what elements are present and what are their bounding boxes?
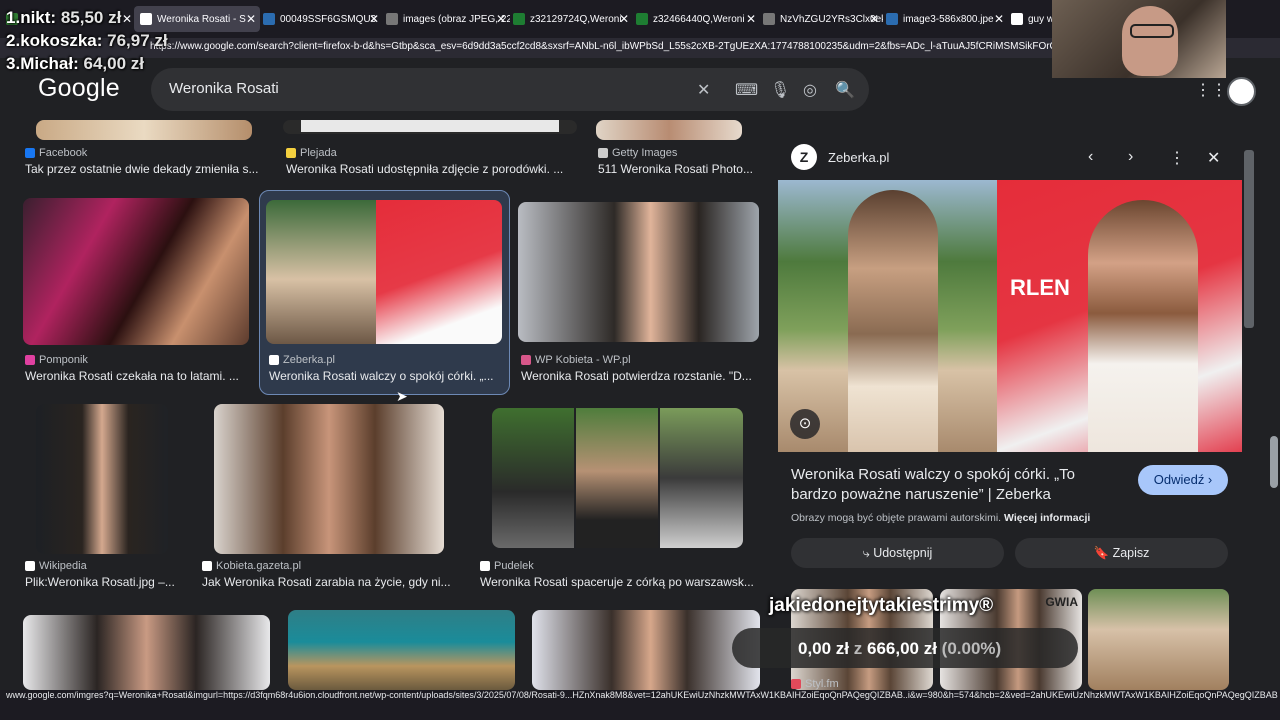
tab-close-icon[interactable]: ✕	[496, 12, 506, 26]
result-source: Kobieta.gazeta.pl	[202, 560, 301, 572]
close-icon[interactable]: ✕	[1207, 148, 1220, 168]
result-image[interactable]	[23, 615, 270, 690]
leaderboard-row: 2.kokoszka: 76,97 zł	[6, 31, 168, 50]
tab-label: image3-586x800.jpe	[903, 13, 994, 25]
result-image[interactable]	[36, 120, 252, 140]
visit-button[interactable]: Odwiedź ›	[1138, 465, 1228, 495]
tab-favicon-icon	[263, 13, 275, 25]
result-image[interactable]	[214, 404, 444, 554]
result-image[interactable]	[283, 120, 577, 134]
panel-title[interactable]: Weronika Rosati walczy o spokój córki. „…	[791, 465, 1121, 505]
search-box[interactable]: Weronika Rosati	[151, 68, 869, 111]
webcam-overlay	[1052, 0, 1226, 78]
result-image[interactable]	[518, 202, 759, 342]
result-caption[interactable]: Weronika Rosati spaceruje z córką po war…	[480, 575, 758, 589]
result-caption[interactable]: Plik:Weronika Rosati.jpg –...	[25, 575, 180, 589]
tab-close-icon[interactable]: ✕	[869, 12, 879, 26]
browser-tab[interactable]: image3-586x800.jpe ✕	[880, 6, 1008, 32]
site-favicon: Z	[791, 144, 817, 170]
donation-goal-text: 0,00 zł z 666,00 zł (0.00%)	[798, 639, 1002, 658]
google-logo[interactable]: Google	[38, 74, 120, 103]
browser-tab[interactable]: images (obraz JPEG, 225 ✕	[380, 6, 510, 32]
tab-label: 00049SSF6GSMQU3	[280, 13, 377, 25]
sponsor-logo-text: RLEN	[1010, 275, 1070, 300]
clear-icon[interactable]: ✕	[697, 80, 710, 100]
mouse-cursor-icon: ➤	[396, 388, 408, 404]
save-button[interactable]: 🔖 Zapisz	[1015, 538, 1228, 568]
tab-close-icon[interactable]: ✕	[746, 12, 756, 26]
chevron-right-icon[interactable]: ›	[1128, 148, 1133, 166]
browser-tab[interactable]: guy wi	[1005, 6, 1059, 32]
chevron-left-icon[interactable]: ‹	[1088, 148, 1093, 166]
keyboard-icon[interactable]: ⌨	[735, 80, 758, 100]
result-caption[interactable]: Tak przez ostatnie dwie dekady zmieniła …	[25, 162, 265, 176]
copyright-notice: Obrazy mogą być objęte prawami autorskim…	[791, 512, 1091, 524]
result-source: Plejada	[286, 147, 337, 159]
result-source: Pomponik	[25, 354, 88, 366]
result-source: Pudelek	[480, 560, 534, 572]
donation-leaderboard: 1.nikt: 85,50 zł 2.kokoszka: 76,97 zł 3.…	[6, 6, 168, 75]
tab-label: images (obraz JPEG, 225	[403, 13, 510, 25]
avatar[interactable]	[1227, 77, 1256, 106]
lens-icon[interactable]: ◎	[803, 80, 817, 100]
search-input[interactable]: Weronika Rosati	[169, 80, 279, 97]
leaderboard-row: 1.nikt: 85,50 zł	[6, 8, 122, 27]
result-image[interactable]	[36, 404, 168, 554]
url-text[interactable]: https://www.google.com/search?client=fir…	[150, 41, 1091, 52]
more-info-link[interactable]: Więcej informacji	[1004, 512, 1090, 524]
result-caption[interactable]: Weronika Rosati czekała na to latami. ..…	[25, 369, 250, 383]
tab-label: z32129724Q,Weroni	[530, 13, 622, 25]
tab-close-icon[interactable]: ✕	[619, 12, 629, 26]
panel-scrollbar[interactable]	[1243, 150, 1255, 680]
panel-site-name[interactable]: Zeberka.pl	[828, 150, 889, 165]
tab-label: Weronika Rosati - S	[157, 13, 246, 25]
result-source: Wikipedia	[25, 560, 87, 572]
browser-tab[interactable]: z32129724Q,Weroni ✕	[507, 6, 633, 32]
tab-favicon-icon	[513, 13, 525, 25]
tab-label: z32466440Q,Weroni	[653, 13, 745, 25]
result-image[interactable]	[288, 610, 515, 690]
preview-image[interactable]: RLEN	[778, 180, 1242, 452]
browser-tab[interactable]: z32466440Q,Weroni ✕	[630, 6, 760, 32]
page-scrollbar-thumb[interactable]	[1270, 436, 1278, 488]
tab-close-icon[interactable]: ✕	[369, 12, 379, 26]
related-image[interactable]	[1088, 589, 1229, 690]
result-caption[interactable]: Weronika Rosati udostępniła zdjęcie z po…	[286, 162, 571, 176]
result-image[interactable]	[532, 610, 760, 690]
result-source: Getty Images	[598, 147, 677, 159]
tab-favicon-icon	[1011, 13, 1023, 25]
tab-favicon-icon	[763, 13, 775, 25]
tab-close-icon[interactable]: ✕	[994, 12, 1004, 26]
status-url: www.google.com/imgres?q=Weronika+Rosati&…	[6, 690, 1278, 700]
search-icon[interactable]: 🔍	[835, 80, 855, 100]
result-image[interactable]	[492, 408, 743, 548]
result-image[interactable]	[23, 198, 249, 345]
tab-label: NzVhZGU2YRs3Clx0eklS	[780, 13, 883, 25]
mic-icon[interactable]: 🎙	[770, 80, 790, 100]
result-image[interactable]	[596, 120, 742, 140]
tab-favicon-icon	[886, 13, 898, 25]
result-source: Facebook	[25, 147, 87, 159]
related-source: Styl.fm	[791, 678, 839, 690]
result-source: Zeberka.pl	[269, 354, 335, 366]
leaderboard-row: 3.Michał: 64,00 zł	[6, 54, 144, 73]
tab-favicon-icon	[636, 13, 648, 25]
browser-tab[interactable]: NzVhZGU2YRs3Clx0eklS✕	[757, 6, 883, 32]
share-button[interactable]: ⤷ Udostępnij	[791, 538, 1004, 568]
related-badge: GWIA	[1045, 595, 1078, 609]
result-caption[interactable]: 511 Weronika Rosati Photo...	[598, 162, 758, 176]
result-source: WP Kobieta - WP.pl	[521, 354, 631, 366]
visual-search-icon[interactable]: ⊙	[790, 409, 820, 439]
tab-favicon-icon	[386, 13, 398, 25]
overlay-channel-name: jakiedonejtytakiestrimy®	[769, 595, 994, 616]
result-image[interactable]	[266, 200, 502, 344]
tab-close-icon[interactable]: ✕	[246, 12, 256, 26]
more-options-icon[interactable]: ⋮	[1169, 148, 1185, 168]
result-caption[interactable]: Jak Weronika Rosati zarabia na życie, gd…	[202, 575, 457, 589]
result-caption[interactable]: Weronika Rosati walczy o spokój córki. „…	[269, 369, 499, 383]
result-caption[interactable]: Weronika Rosati potwierdza rozstanie. "D…	[521, 369, 757, 383]
browser-tab[interactable]: 00049SSF6GSMQU3 ✕	[257, 6, 383, 32]
